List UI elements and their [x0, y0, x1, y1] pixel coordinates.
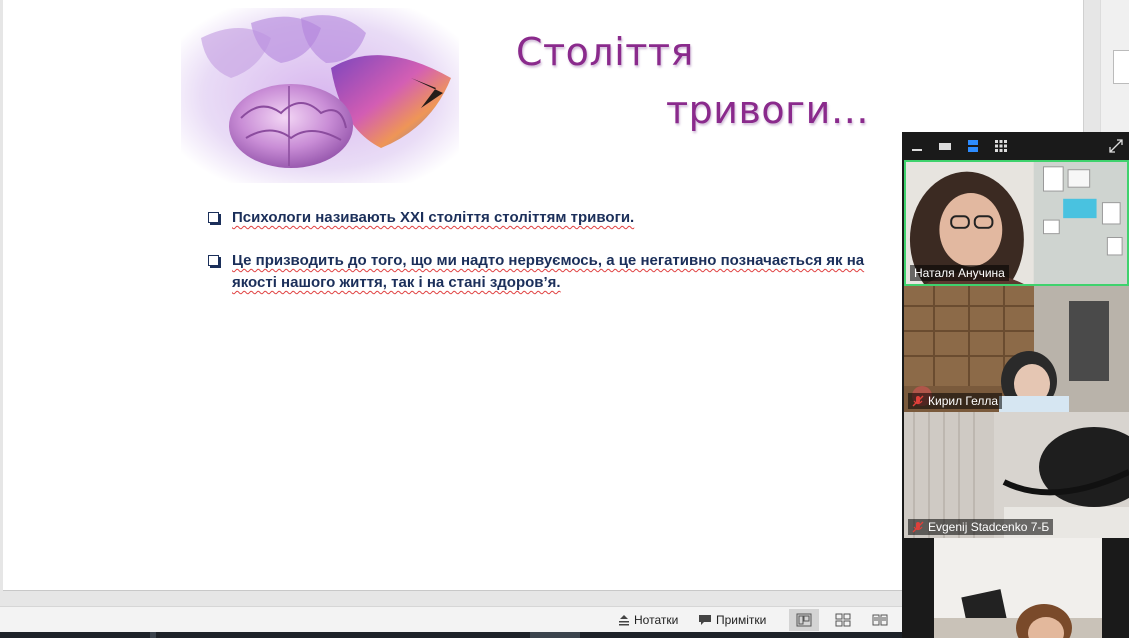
- participant-name-label: Evgenij Stadcenko 7-Б: [908, 519, 1054, 535]
- bullet-item: Психологи називають XXI століття столітт…: [208, 207, 908, 229]
- muted-mic-icon: [912, 521, 924, 533]
- slide-title-line2: тривоги…: [666, 88, 870, 132]
- reading-view-icon: [872, 614, 888, 626]
- participant-video-tile[interactable]: Наталя Анучина: [904, 160, 1129, 286]
- participant-video-tile[interactable]: Кирил Гелла: [904, 286, 1129, 412]
- participant-video-tile[interactable]: [904, 538, 1129, 638]
- checkbox-bullet-icon: [208, 212, 219, 223]
- taskbar-separator: [150, 632, 156, 638]
- notes-button[interactable]: Нотатки: [618, 611, 678, 629]
- participant-name-label: Наталя Анучина: [910, 265, 1009, 281]
- minimize-icon[interactable]: [908, 138, 926, 154]
- slide-sorter-button[interactable]: [828, 609, 858, 631]
- participant-name-label: Кирил Гелла: [908, 393, 1003, 409]
- speaker-view-icon[interactable]: [936, 138, 954, 154]
- bullet-text: Психологи називають XXI століття столітт…: [232, 209, 635, 226]
- participant-video-tile[interactable]: Evgenij Stadcenko 7-Б: [904, 412, 1129, 538]
- normal-view-icon: [796, 613, 812, 627]
- checkbox-bullet-icon: [208, 255, 219, 266]
- participant-video: [904, 538, 1129, 638]
- reading-view-button[interactable]: [865, 609, 895, 631]
- comments-button[interactable]: Примітки: [698, 611, 766, 629]
- expand-icon[interactable]: [1107, 138, 1125, 154]
- slide-title-line1: Століття: [516, 30, 694, 74]
- strip-view-icon[interactable]: [964, 138, 982, 154]
- comment-icon: [699, 615, 711, 625]
- bullet-text: Це призводить до того, що ми надто нерву…: [232, 252, 865, 291]
- zoom-panel-toolbar: [902, 132, 1129, 160]
- comments-label: Примітки: [716, 613, 767, 627]
- slide-sorter-icon: [835, 613, 851, 627]
- brain-illustration: [181, 8, 459, 183]
- normal-view-button[interactable]: [789, 609, 819, 631]
- notes-icon: [619, 615, 629, 626]
- muted-mic-icon: [912, 395, 924, 407]
- gallery-view-icon[interactable]: [992, 138, 1010, 154]
- scrollbar-thumb[interactable]: [1113, 50, 1129, 84]
- taskbar-app[interactable]: [530, 632, 580, 638]
- bullet-item: Це призводить до того, що ми надто нерву…: [208, 250, 908, 294]
- notes-label: Нотатки: [634, 613, 679, 627]
- zoom-gallery-panel: Наталя Анучина Кирил Гелла Evgenij Stadc…: [902, 132, 1129, 638]
